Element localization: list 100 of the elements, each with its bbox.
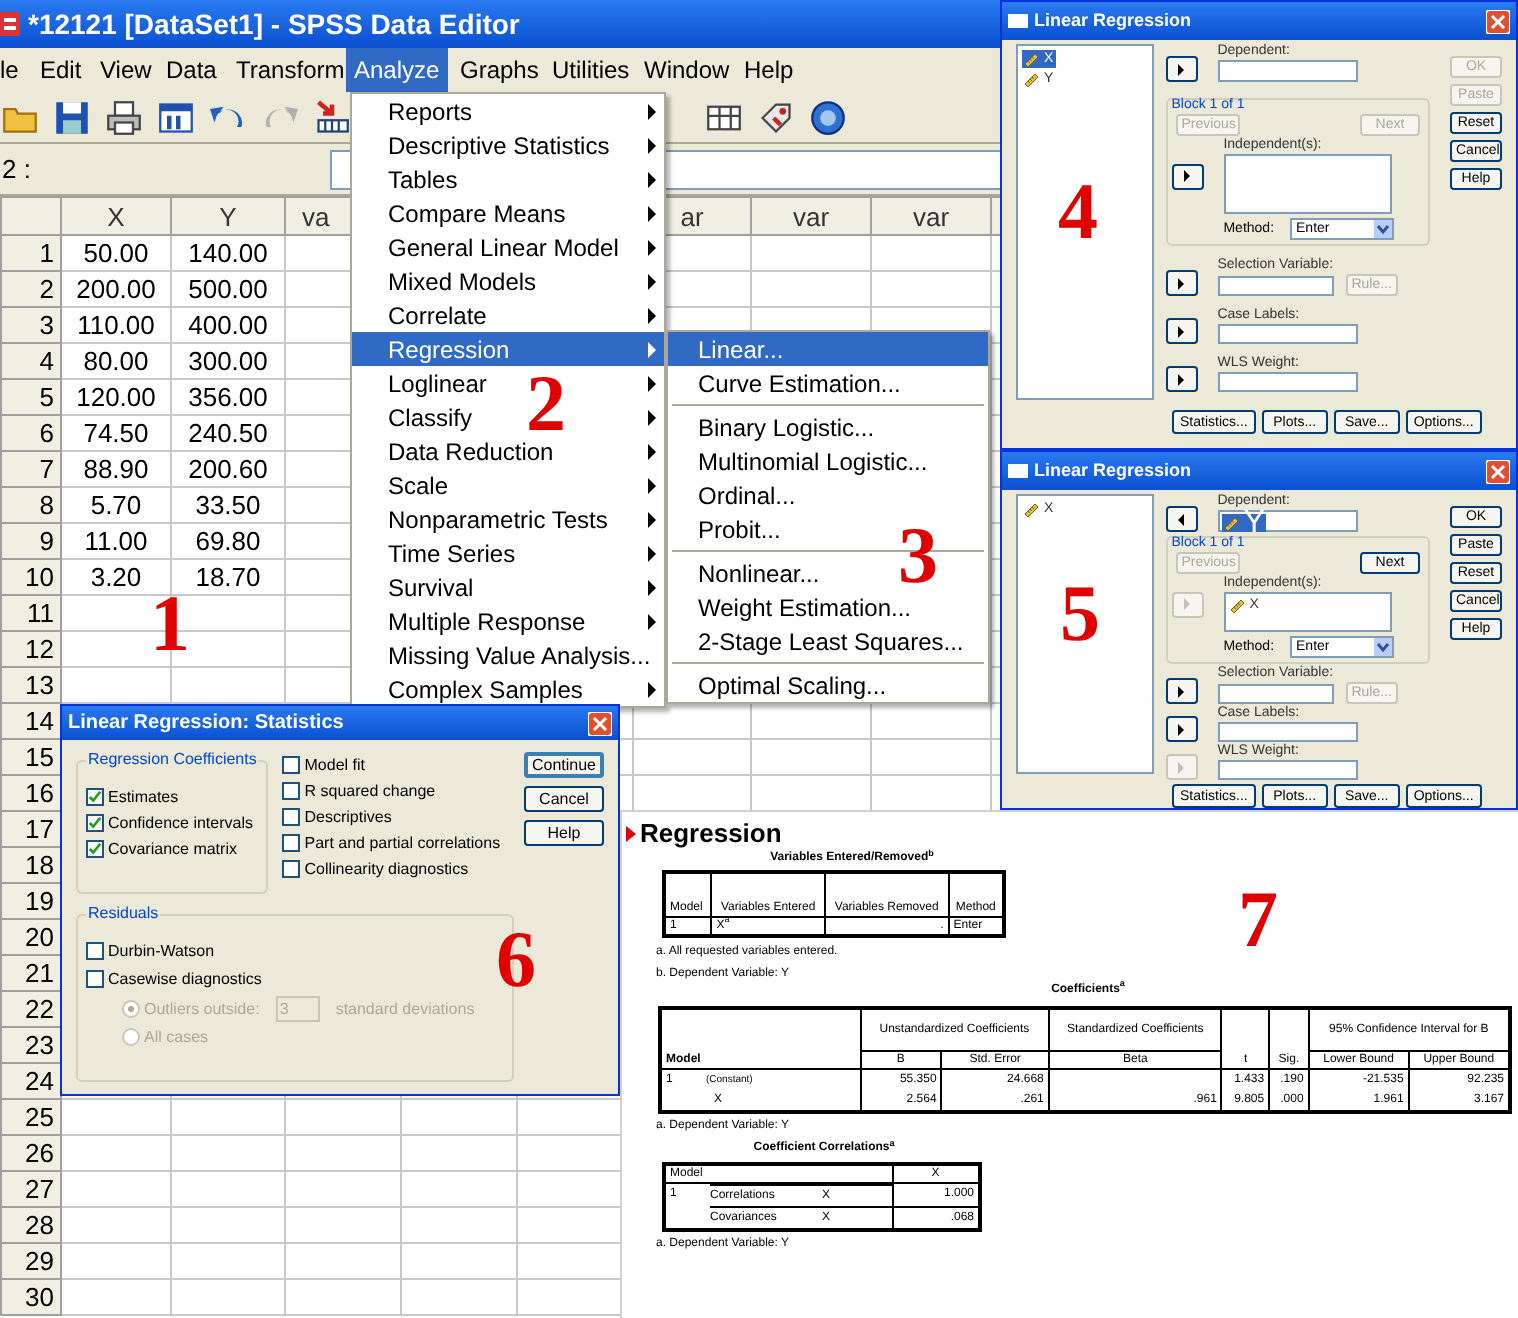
row-number[interactable]: 22	[1, 991, 61, 1027]
menu-option[interactable]: General Linear Model	[388, 229, 619, 265]
menu-option[interactable]: Reports	[388, 93, 473, 129]
column-header[interactable]: var	[871, 197, 991, 235]
menu-item[interactable]: Data	[158, 48, 225, 92]
data-cell[interactable]: 140.00	[171, 235, 285, 271]
menu-option[interactable]: 2-Stage Least Squares...	[698, 623, 964, 659]
row-number[interactable]: 10	[1, 559, 61, 595]
row-number[interactable]: 28	[1, 1207, 61, 1243]
menu-item[interactable]: Utilities	[544, 48, 638, 92]
move-button[interactable]	[1165, 366, 1198, 392]
menu-option[interactable]: Complex Samples	[388, 671, 583, 707]
checkbox[interactable]	[86, 970, 104, 988]
row-number[interactable]: 1	[1, 235, 61, 271]
goto-case-icon[interactable]	[314, 99, 350, 135]
row-number[interactable]: 5	[1, 379, 61, 415]
input-field[interactable]	[1217, 60, 1358, 82]
row-number[interactable]: 12	[1, 631, 61, 667]
data-cell[interactable]: 3.20	[61, 559, 171, 595]
menu-option[interactable]: Survival	[388, 569, 474, 605]
row-number[interactable]: 13	[1, 667, 61, 703]
row-number[interactable]: 9	[1, 523, 61, 559]
menu-item[interactable]: Window	[636, 48, 738, 92]
menu-option[interactable]: Probit...	[698, 511, 781, 547]
menu-option[interactable]: Ordinal...	[698, 477, 796, 513]
menu-option[interactable]: Nonparametric Tests	[388, 501, 608, 537]
dialog-button[interactable]: Cancel	[524, 786, 604, 812]
checkbox[interactable]	[86, 840, 104, 858]
row-number[interactable]: 15	[1, 739, 61, 775]
menu-option[interactable]: Missing Value Analysis...	[388, 637, 651, 673]
data-cell[interactable]: 110.00	[61, 307, 171, 343]
row-number[interactable]: 6	[1, 415, 61, 451]
close-icon[interactable]	[588, 711, 612, 735]
row-number[interactable]: 25	[1, 1099, 61, 1135]
checkbox[interactable]	[282, 808, 301, 826]
row-number[interactable]: 19	[1, 883, 61, 919]
tag-icon[interactable]	[758, 99, 794, 135]
move-button[interactable]	[1165, 506, 1198, 532]
menu-item[interactable]: Edit	[32, 48, 90, 92]
menu-item[interactable]: Analyze	[346, 48, 448, 92]
row-number[interactable]: 21	[1, 955, 61, 991]
input-field[interactable]	[1217, 372, 1358, 392]
dialog-button[interactable]: Continue	[524, 752, 604, 778]
data-cell[interactable]: 300.00	[171, 343, 285, 379]
row-number[interactable]: 7	[1, 451, 61, 487]
row-number[interactable]: 2	[1, 271, 61, 307]
row-number[interactable]: 17	[1, 811, 61, 847]
row-number[interactable]: 3	[1, 307, 61, 343]
printer-icon[interactable]	[106, 99, 142, 135]
column-header[interactable]: Y	[171, 197, 285, 235]
checkbox[interactable]	[282, 782, 301, 800]
dialog-button[interactable]: Help	[524, 820, 604, 846]
move-button[interactable]	[1165, 318, 1198, 344]
data-cell[interactable]: 500.00	[171, 271, 285, 307]
save-icon[interactable]	[54, 99, 90, 135]
data-cell[interactable]: 18.70	[171, 559, 285, 595]
move-button[interactable]	[1165, 270, 1198, 296]
checkbox[interactable]	[86, 942, 104, 960]
globe-icon[interactable]	[810, 99, 846, 135]
menu-option[interactable]: Correlate	[388, 297, 487, 333]
menu-option[interactable]: Regression	[352, 332, 664, 366]
close-icon[interactable]	[1486, 459, 1510, 483]
input-field[interactable]	[1217, 683, 1334, 703]
move-button[interactable]	[1165, 56, 1198, 82]
row-number[interactable]: 27	[1, 1171, 61, 1207]
data-cell[interactable]: 5.70	[61, 487, 171, 523]
menu-option[interactable]: Linear...	[668, 332, 988, 366]
input-field[interactable]	[1217, 275, 1334, 295]
close-icon[interactable]	[1486, 9, 1510, 33]
input-field[interactable]	[1217, 760, 1358, 780]
row-number[interactable]: 23	[1, 1027, 61, 1063]
data-cell[interactable]: 356.00	[171, 379, 285, 415]
row-number[interactable]: 26	[1, 1135, 61, 1171]
input-field[interactable]	[1217, 722, 1358, 742]
row-number[interactable]: 20	[1, 919, 61, 955]
checkbox[interactable]	[86, 814, 104, 832]
menu-option[interactable]: Multiple Response	[388, 603, 586, 639]
row-number[interactable]: 24	[1, 1063, 61, 1099]
window-icon[interactable]	[158, 99, 194, 135]
data-cell[interactable]: 88.90	[61, 451, 171, 487]
data-cell[interactable]: 240.50	[171, 415, 285, 451]
input-field[interactable]	[1223, 154, 1392, 214]
checkbox[interactable]	[282, 756, 301, 774]
move-button[interactable]	[1171, 163, 1204, 189]
move-button[interactable]	[1165, 716, 1198, 742]
menu-option[interactable]: Multinomial Logistic...	[698, 443, 928, 479]
menu-option[interactable]: Curve Estimation...	[698, 365, 901, 401]
row-number[interactable]: 4	[1, 343, 61, 379]
menu-option[interactable]: Tables	[388, 161, 458, 197]
row-number[interactable]: 29	[1, 1243, 61, 1279]
data-cell[interactable]: 200.00	[61, 271, 171, 307]
menu-option[interactable]: Time Series	[388, 535, 516, 571]
input-field[interactable]	[1217, 324, 1358, 344]
data-cell[interactable]: 74.50	[61, 415, 171, 451]
menu-option[interactable]: Binary Logistic...	[698, 409, 875, 445]
menu-item[interactable]: View	[92, 48, 160, 92]
data-cell[interactable]: 80.00	[61, 343, 171, 379]
row-number[interactable]: 18	[1, 847, 61, 883]
data-cell[interactable]: 69.80	[171, 523, 285, 559]
data-cell[interactable]: 400.00	[171, 307, 285, 343]
